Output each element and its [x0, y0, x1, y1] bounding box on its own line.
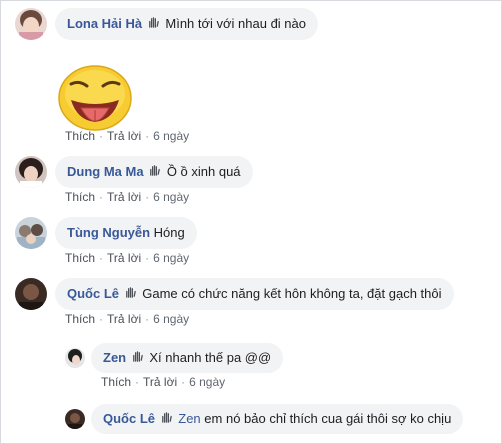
- avatar[interactable]: [15, 278, 47, 310]
- comment-author[interactable]: Lona Hải Hà: [67, 16, 142, 31]
- comment-bubble: Dung Ma Ma Ồ ồ xinh quá: [55, 156, 253, 188]
- like-link[interactable]: Thích: [65, 190, 95, 204]
- avatar[interactable]: [15, 156, 47, 188]
- separator: ·: [145, 251, 150, 265]
- wave-icon: [150, 165, 160, 176]
- comment-text: Mình tới với nhau đi nào: [165, 16, 307, 31]
- comment-text: Game có chức năng kết hôn không ta, đặt …: [142, 286, 442, 301]
- reply-link[interactable]: Trả lời: [107, 251, 141, 265]
- reply-link[interactable]: Trả lời: [107, 190, 141, 204]
- separator: ·: [145, 190, 150, 204]
- comment-text: Ồ ồ xinh quá: [166, 164, 241, 179]
- comment-author[interactable]: Dung Ma Ma: [67, 164, 144, 179]
- separator: ·: [99, 312, 104, 326]
- comment-actions: Thích · Trả lời · 6 ngày: [65, 129, 189, 143]
- comment-bubble: Lona Hải Hà Mình tới với nhau đi nào: [55, 8, 319, 40]
- reply-time[interactable]: 6 ngày: [189, 375, 225, 389]
- reply-actions: Thích · Trả lời · 6 ngày: [101, 375, 225, 389]
- comment-actions: Thích · Trả lời · 6 ngày: [65, 312, 189, 326]
- separator: ·: [145, 129, 150, 143]
- comment-text: Hóng: [153, 225, 185, 240]
- avatar[interactable]: [65, 409, 85, 429]
- reply-link[interactable]: Trả lời: [107, 312, 141, 326]
- comment-time[interactable]: 6 ngày: [153, 251, 189, 265]
- separator: ·: [99, 251, 104, 265]
- separator: ·: [181, 375, 186, 389]
- like-link[interactable]: Thích: [65, 312, 95, 326]
- separator: ·: [99, 190, 104, 204]
- avatar[interactable]: [65, 348, 85, 368]
- comment-actions: Thích · Trả lời · 6 ngày: [65, 251, 189, 265]
- comment-author[interactable]: Tùng Nguyễn: [67, 225, 150, 240]
- mention-link[interactable]: Zen: [178, 411, 200, 426]
- reply-text: Xí nhanh thế pa @@: [149, 350, 272, 365]
- comment-bubble: Tùng Nguyễn Hóng: [55, 217, 197, 249]
- separator: ·: [145, 312, 150, 326]
- comment-time[interactable]: 6 ngày: [153, 190, 189, 204]
- avatar[interactable]: [15, 8, 47, 40]
- wave-icon: [148, 17, 159, 28]
- separator: ·: [99, 129, 104, 143]
- reply-link[interactable]: Trả lời: [143, 375, 177, 389]
- reply-author[interactable]: Zen: [103, 350, 126, 365]
- wave-icon: [125, 287, 136, 298]
- wave-icon: [132, 351, 143, 362]
- reply-author[interactable]: Quốc Lê: [103, 411, 155, 426]
- reply-link[interactable]: Trả lời: [107, 129, 141, 143]
- like-link[interactable]: Thích: [65, 129, 95, 143]
- wave-icon: [161, 412, 172, 423]
- comment-time[interactable]: 6 ngày: [153, 312, 189, 326]
- reply-bubble: Quốc Lê Zen em nó bảo chỉ thích cua gái …: [91, 404, 464, 434]
- comment-actions: Thích · Trả lời · 6 ngày: [65, 190, 189, 204]
- like-link[interactable]: Thích: [101, 375, 131, 389]
- separator: ·: [135, 375, 140, 389]
- reply-bubble: Zen Xí nhanh thế pa @@: [91, 343, 284, 373]
- reply-text: em nó bảo chỉ thích cua gái thôi sợ ko c…: [204, 411, 452, 426]
- comment-bubble: Quốc Lê Game có chức năng kết hôn không …: [55, 278, 454, 310]
- comment-author[interactable]: Quốc Lê: [67, 286, 119, 301]
- comment-time[interactable]: 6 ngày: [153, 129, 189, 143]
- avatar[interactable]: [15, 217, 47, 249]
- tongue-out-sticker: [58, 65, 132, 131]
- comments-panel: Lona Hải Hà Mình tới với nhau đi nào Thí…: [0, 0, 502, 444]
- like-link[interactable]: Thích: [65, 251, 95, 265]
